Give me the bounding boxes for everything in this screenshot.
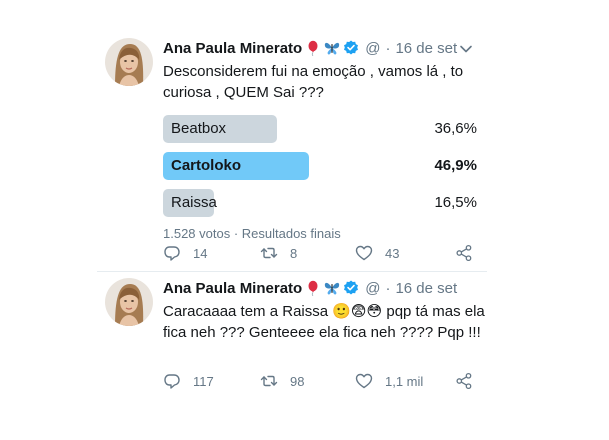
author-handle[interactable]: @: [365, 40, 380, 57]
heart-icon: [355, 373, 373, 389]
tweet-header: Ana Paula Minerato @ · 16 de set: [163, 38, 485, 58]
poll-meta: 1.528 votos · Resultados finais: [163, 226, 341, 241]
balloon-icon: [308, 280, 318, 296]
reply-count: 117: [193, 373, 214, 389]
verified-badge-icon: [344, 280, 359, 295]
like-button[interactable]: 43: [355, 243, 399, 263]
poll-option-label: Raissa: [171, 194, 217, 211]
retweet-button[interactable]: 8: [260, 243, 297, 263]
tweet-date[interactable]: 16 de set: [395, 40, 457, 57]
share-icon: [456, 244, 472, 262]
separator-dot: ·: [385, 279, 391, 297]
butterfly-icon: [325, 42, 340, 55]
poll-option-label: Beatbox: [171, 120, 227, 137]
verified-badge-icon: [344, 40, 359, 55]
avatar[interactable]: [105, 278, 153, 326]
author-handle[interactable]: @: [365, 280, 380, 297]
poll-option: Beatbox 36,6%: [163, 115, 477, 143]
retweet-icon: [260, 247, 278, 259]
share-icon: [456, 372, 472, 390]
retweet-button[interactable]: 98: [260, 371, 304, 391]
tweet-header: Ana Paula Minerato @ · 16 de set: [163, 278, 485, 298]
chevron-down-icon[interactable]: [459, 42, 473, 56]
poll-option-percent: 16,5%: [434, 194, 477, 211]
separator-dot: ·: [385, 39, 391, 57]
tweet-date[interactable]: 16 de set: [395, 280, 457, 297]
retweet-count: 98: [290, 373, 305, 389]
tweet-actions: 117 98 1,1 mil: [163, 371, 473, 391]
poll: Beatbox 36,6% Cartoloko 46,9% Raissa 16,…: [163, 115, 477, 241]
poll-option: Raissa 16,5%: [163, 189, 477, 217]
retweet-count: 8: [290, 245, 298, 261]
poll-option-percent: 36,6%: [434, 120, 477, 137]
avatar[interactable]: [105, 38, 153, 86]
retweet-icon: [260, 375, 278, 387]
tweet-actions: 14 8 43: [163, 243, 473, 263]
reply-button[interactable]: 117: [163, 371, 214, 391]
tweet-divider: [97, 271, 487, 272]
tweet-text: Caracaaaa tem a Raissa 🙂😨😳 pqp tá mas el…: [163, 303, 485, 341]
poll-option-label: Cartoloko: [171, 157, 242, 174]
share-button[interactable]: [455, 371, 473, 391]
tweet-text: Desconsiderem fui na emoção , vamos lá ,…: [163, 63, 464, 101]
reply-icon: [164, 246, 180, 261]
like-count: 1,1 mil: [385, 373, 424, 389]
reply-count: 14: [193, 245, 208, 261]
heart-icon: [355, 245, 373, 261]
author-name[interactable]: Ana Paula Minerato: [163, 280, 302, 297]
tweet[interactable]: Ana Paula Minerato @ · 16 de set Caracaa: [105, 278, 485, 398]
reply-icon: [164, 374, 180, 389]
author-name[interactable]: Ana Paula Minerato: [163, 40, 302, 57]
poll-option-percent: 46,9%: [434, 157, 477, 174]
like-button[interactable]: 1,1 mil: [355, 371, 423, 391]
poll-option-winner: Cartoloko 46,9%: [163, 152, 477, 180]
butterfly-icon: [325, 282, 340, 295]
like-count: 43: [385, 245, 400, 261]
tweet[interactable]: Ana Paula Minerato @ · 16 de set Descons…: [105, 38, 485, 270]
share-button[interactable]: [455, 243, 473, 263]
balloon-icon: [308, 40, 318, 56]
reply-button[interactable]: 14: [163, 243, 207, 263]
